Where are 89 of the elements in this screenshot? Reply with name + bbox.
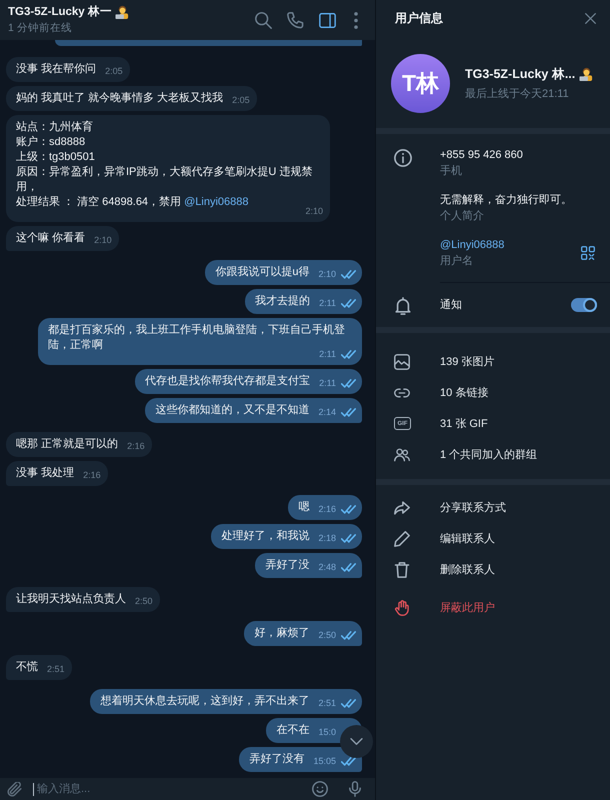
photo-icon xyxy=(394,354,410,370)
message-time: 2:50 xyxy=(318,630,336,641)
pencil-icon xyxy=(394,530,410,546)
message-text: 这些你都知道的，又不是不知道 xyxy=(155,403,310,418)
action-item[interactable]: 删除联系人 xyxy=(376,554,610,585)
message-time: 2:16 xyxy=(127,441,145,452)
message-text: 账户：sd8888 xyxy=(16,135,86,150)
bell-icon xyxy=(394,297,412,315)
message-time: 2:05 xyxy=(105,66,123,77)
avatar-initials: T林 xyxy=(391,54,450,113)
message-text: 站点：九州体育 xyxy=(16,120,93,135)
message-composer[interactable]: 输入消息... xyxy=(0,778,375,800)
message-time: 2:10 xyxy=(94,235,112,246)
bio-text: 无需解释，奋力独行即可。 xyxy=(440,194,572,206)
message-text: 你跟我说可以提u得 xyxy=(215,265,310,280)
message-time: 2:51 xyxy=(47,664,65,675)
scroll-down-button[interactable] xyxy=(340,725,373,758)
media-item[interactable]: 139 张图片 xyxy=(376,346,610,377)
notifications-toggle[interactable] xyxy=(571,298,597,312)
message-time: 2:16 xyxy=(83,470,101,481)
sidebar-icon[interactable] xyxy=(319,12,336,28)
phone-number: +855 95 426 860 xyxy=(440,149,523,161)
more-icon[interactable] xyxy=(354,12,358,28)
message-text: 原因：异常盈利，异常IP跳动，大额代存多笔刷水提U 违规禁用， xyxy=(16,165,314,195)
message-time: 15:0 xyxy=(318,727,336,738)
username-link[interactable]: @Linyi06888 xyxy=(184,196,248,208)
message-time: 2:18 xyxy=(318,533,336,544)
message-time: 2:11 xyxy=(319,378,336,389)
username-link[interactable]: @Linyi06888 xyxy=(440,239,504,251)
people-icon xyxy=(394,446,410,462)
message-text: 弄好了没有 xyxy=(249,752,304,767)
field-label: 手机 xyxy=(440,165,462,177)
search-icon[interactable] xyxy=(255,12,272,28)
message-text: 我才去提的 xyxy=(255,294,310,309)
chat-status: 1 分钟前在线 xyxy=(8,22,72,35)
person-laptop-icon xyxy=(114,5,130,19)
message-text: 不慌 xyxy=(16,660,38,675)
microphone-icon[interactable] xyxy=(349,781,361,797)
message-time: 2:48 xyxy=(318,562,336,573)
field-label: 用户名 xyxy=(440,255,473,267)
message-time: 2:10 xyxy=(318,269,336,280)
action-item[interactable]: 分享联系方式 xyxy=(376,492,610,523)
profile-name: TG3-5Z-Lucky 林... xyxy=(465,66,576,82)
message-time: 2:51 xyxy=(318,698,336,709)
share-arrow-icon xyxy=(394,500,410,516)
message-time: 2:10 xyxy=(305,206,323,217)
qr-code-icon[interactable] xyxy=(581,246,595,260)
message-text: 好，麻烦了 xyxy=(254,626,310,641)
message-text: 处理结果 ： 清空 64898.64，禁用 @Linyi06888 xyxy=(16,195,248,210)
message-text: 这个嘛 你看看 xyxy=(16,231,86,246)
info-icon xyxy=(394,149,412,167)
field-label: 个人简介 xyxy=(440,210,484,222)
message-time: 2:11 xyxy=(319,298,336,309)
message-text: 都是打百家乐的，我上班工作手机电脑登陆，下班自己手机登陆，正常啊 xyxy=(48,323,346,351)
message-time: 2:05 xyxy=(232,95,250,106)
action-item[interactable]: 屏蔽此用户 xyxy=(376,592,610,623)
message-text: 嗯 xyxy=(298,500,310,515)
panel-title: 用户信息 xyxy=(395,10,443,26)
message-text: 上级：tg3b0501 xyxy=(16,150,95,165)
message-text: 让我明天找站点负责人 xyxy=(16,592,126,607)
message-input[interactable]: 输入消息... xyxy=(33,782,312,796)
phone-icon[interactable] xyxy=(287,12,304,28)
message-text: 没事 我处理 xyxy=(16,466,74,481)
media-item[interactable]: 10 条链接 xyxy=(376,377,610,408)
message-time: 2:14 xyxy=(318,407,336,418)
message-time: 2:50 xyxy=(135,596,153,607)
notifications-label: 通知 xyxy=(440,299,462,311)
message-time: 2:16 xyxy=(318,504,336,515)
message-text: 没事 我在帮你问 xyxy=(16,62,96,77)
message-text: 弄好了没 xyxy=(265,558,310,573)
message-text: 代存也是找你帮我代存都是支付宝 xyxy=(145,374,310,389)
smiley-icon[interactable] xyxy=(312,781,328,797)
media-item[interactable]: 1 个共同加入的群组 xyxy=(376,439,610,470)
message-time: 2:11 xyxy=(319,349,336,360)
message-text: 妈的 我真吐了 就今晚事情多 大老板又找我 xyxy=(16,91,224,106)
paperclip-icon[interactable] xyxy=(7,782,22,796)
last-seen: 最后上线于今天21:11 xyxy=(465,88,569,100)
close-icon[interactable] xyxy=(585,12,596,24)
trash-icon xyxy=(394,562,410,578)
person-laptop-icon xyxy=(579,67,594,81)
message-text: 在不在 xyxy=(276,723,310,738)
chevron-down-icon xyxy=(350,738,363,745)
message-time: 15:05 xyxy=(313,756,336,767)
chat-title: TG3-5Z-Lucky 林一 xyxy=(8,5,112,19)
message-text: 嗯那 正常就是可以的 xyxy=(16,437,118,452)
hand-icon xyxy=(394,600,410,616)
message-text: 处理好了，和我说 xyxy=(221,529,310,544)
action-item[interactable]: 编辑联系人 xyxy=(376,523,610,554)
message-text: 想着明天休息去玩呢，这到好，弄不出来了 xyxy=(100,694,310,709)
